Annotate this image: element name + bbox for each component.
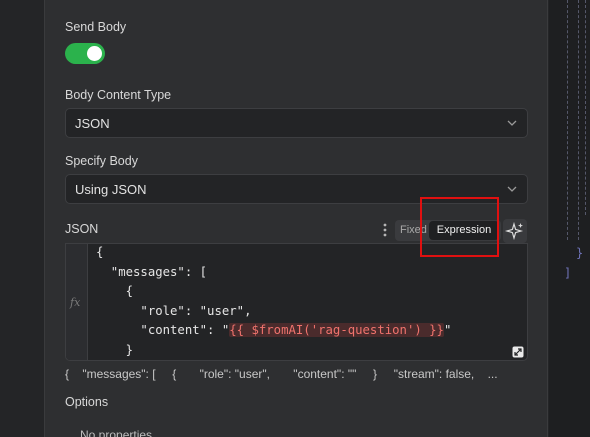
- code-line-content: "content": "{{ $fromAI('rag-question') }…: [96, 321, 451, 341]
- expression-template: {{ $fromAI('rag-question') }}: [229, 323, 444, 337]
- dashed-guide: [578, 0, 579, 240]
- send-body-toggle[interactable]: [65, 43, 105, 64]
- toggle-knob: [87, 46, 102, 61]
- code-line: {: [96, 284, 134, 298]
- options-label: Options: [65, 395, 109, 409]
- ai-assist-button[interactable]: [503, 219, 527, 243]
- code-line: {: [96, 245, 104, 259]
- body-content-type-select[interactable]: JSON: [65, 108, 528, 138]
- canvas-bracket: ]: [564, 266, 572, 280]
- dashed-guide: [567, 0, 568, 240]
- json-editor[interactable]: fx { "messages": [ { "role": "user", "co…: [65, 243, 528, 361]
- expression-fx-icon: fx: [70, 296, 81, 309]
- kebab-icon[interactable]: [380, 222, 390, 238]
- code-content: { "messages": [ { "role": "user", "conte…: [96, 244, 451, 360]
- body-content-type-label: Body Content Type: [65, 88, 172, 102]
- resize-icon[interactable]: [512, 346, 524, 358]
- code-line: "messages": [: [96, 264, 208, 279]
- send-body-label: Send Body: [65, 20, 127, 34]
- highlight-annotation: [420, 197, 499, 257]
- dashed-guide: [585, 0, 586, 215]
- code-line: "role": "user",: [96, 303, 252, 318]
- editor-gutter: fx: [66, 244, 88, 360]
- specify-body-label: Specify Body: [65, 154, 138, 168]
- json-label: JSON: [65, 222, 99, 236]
- left-gutter: [0, 0, 44, 437]
- select-value: JSON: [75, 116, 110, 131]
- chevron-down-icon: [507, 120, 517, 126]
- code-line: "content": ": [96, 323, 230, 337]
- select-value: Using JSON: [75, 182, 147, 197]
- canvas-area: } ]: [549, 0, 590, 437]
- json-preview: { "messages": [ { "role": "user", "conte…: [65, 367, 498, 381]
- no-properties-text: No properties: [80, 428, 153, 437]
- canvas-brace: }: [576, 246, 584, 260]
- code-line-suffix: ": [443, 323, 452, 337]
- chevron-down-icon: [507, 186, 517, 192]
- sparkle-icon: [504, 221, 524, 241]
- code-line: }: [96, 342, 134, 357]
